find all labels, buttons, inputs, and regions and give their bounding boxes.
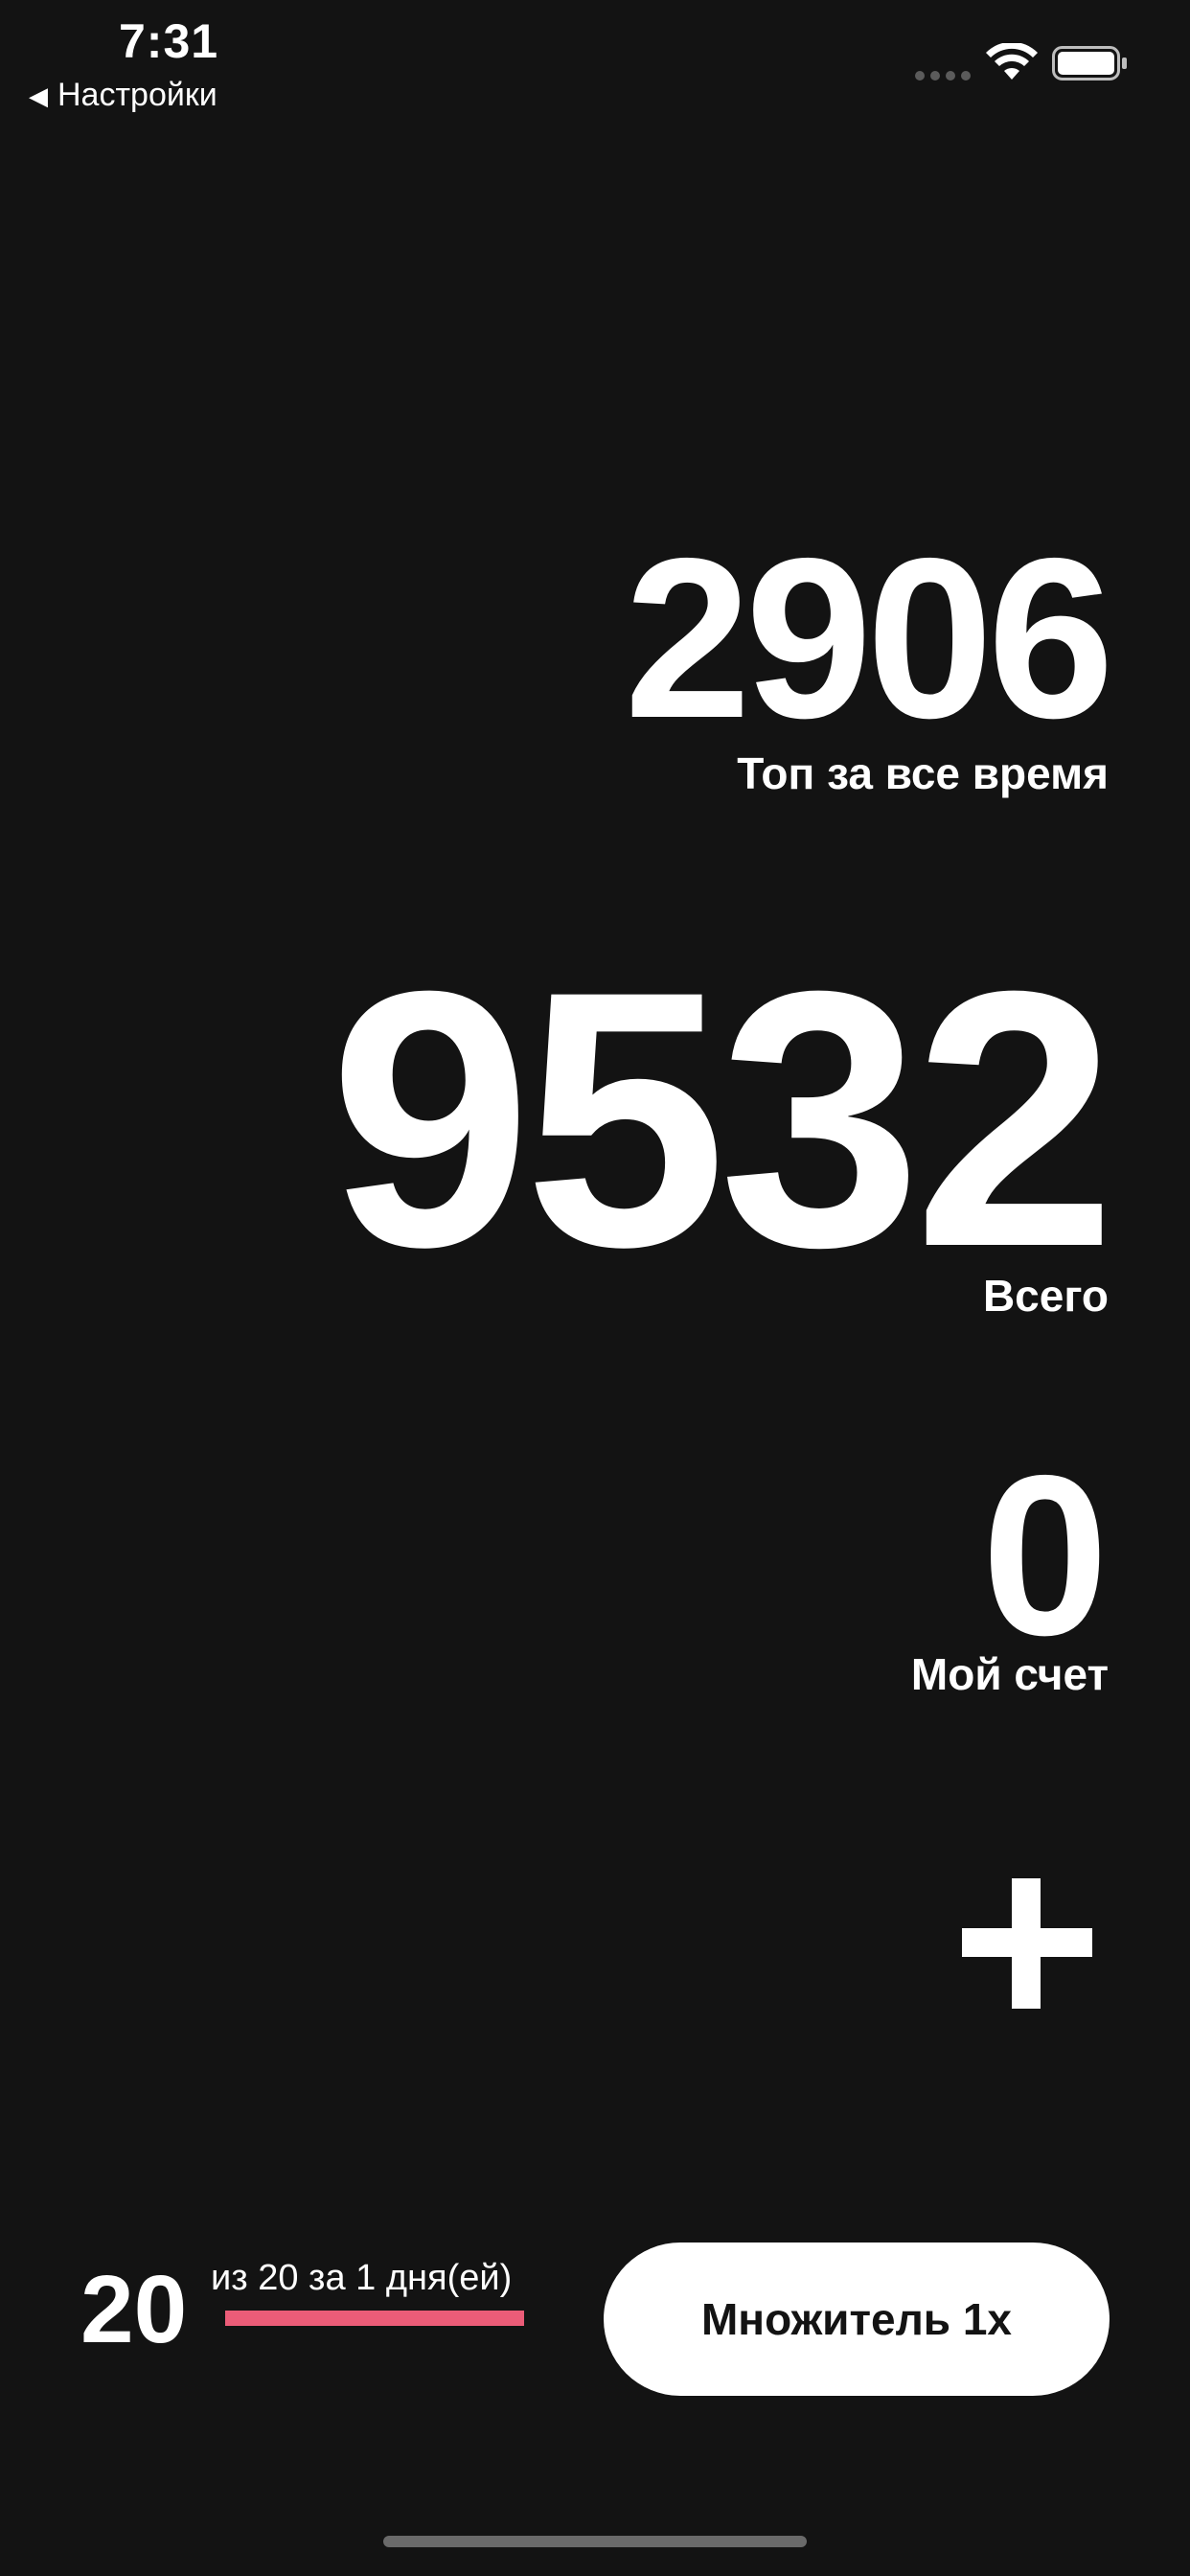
total-label: Всего — [982, 1271, 1109, 1321]
daily-caption: из 20 за 1 дня(ей) — [211, 2258, 513, 2298]
back-arrow-icon: ◀ — [29, 80, 48, 110]
battery-icon — [1052, 46, 1127, 80]
top-all-time-label: Топ за все время — [737, 748, 1109, 798]
back-to-settings-link[interactable]: ◀ Настройки — [29, 77, 217, 114]
my-score-value: 0 — [981, 1429, 1109, 1683]
signal-dots-icon — [915, 71, 971, 80]
daily-progress-fill — [225, 2311, 524, 2326]
back-link-label: Настройки — [57, 77, 217, 113]
my-score-label: Мой счет — [910, 1649, 1109, 1699]
wifi-icon — [986, 43, 1038, 80]
daily-progress-bar — [225, 2311, 524, 2326]
daily-count: 20 — [80, 2256, 188, 2363]
total-value: 9532 — [329, 915, 1116, 1322]
multiplier-button[interactable]: Множитель 1x — [604, 2242, 1110, 2396]
add-point-button[interactable] — [962, 1878, 1096, 2012]
status-time: 7:31 — [119, 14, 219, 68]
top-all-time-value: 2906 — [624, 512, 1114, 766]
home-indicator[interactable] — [383, 2536, 807, 2547]
